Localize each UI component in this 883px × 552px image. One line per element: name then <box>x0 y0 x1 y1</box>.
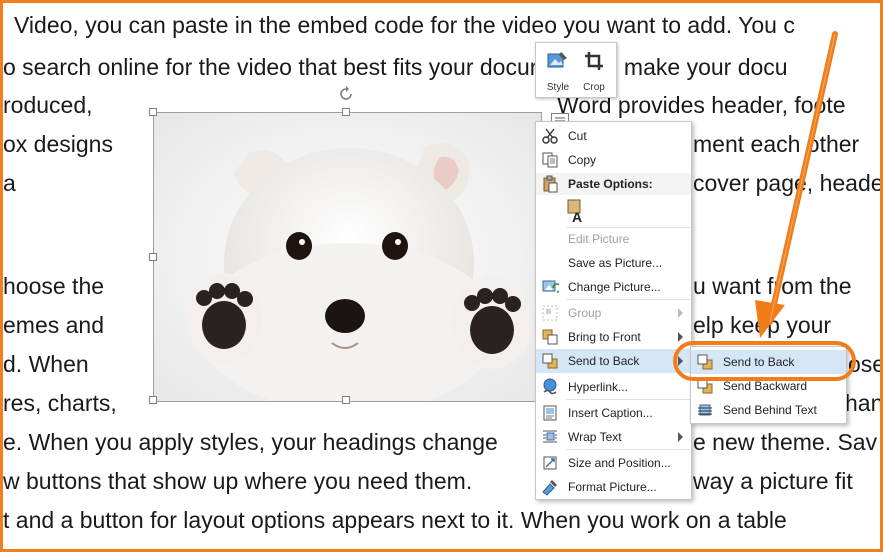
resize-handle-top-left[interactable] <box>149 108 157 116</box>
menu-label-edit-picture: Edit Picture <box>568 232 630 246</box>
doc-line: a <box>3 170 16 196</box>
format-picture-icon <box>542 480 557 496</box>
menu-item-insert-caption[interactable]: Insert Caption... <box>536 401 691 425</box>
menu-label-size-and-position: Size and Position... <box>568 456 671 470</box>
submenu-arrow-icon <box>678 432 683 442</box>
scissors-icon <box>542 128 558 144</box>
menu-item-cut[interactable]: Cut <box>536 124 691 148</box>
menu-item-copy[interactable]: Copy <box>536 148 691 172</box>
selected-picture[interactable] <box>153 112 542 402</box>
menu-item-bring-to-front[interactable]: Bring to Front <box>536 325 691 349</box>
menu-label-group: Group <box>568 306 602 320</box>
menu-label-bring-to-front: Bring to Front <box>568 330 641 344</box>
bring-to-front-icon <box>542 329 558 345</box>
crop-button[interactable]: Crop <box>576 47 612 95</box>
group-icon <box>542 305 558 321</box>
copy-icon <box>542 152 558 168</box>
doc-line: w buttons that show up where you need th… <box>3 468 473 494</box>
resize-handle-top[interactable] <box>342 108 350 116</box>
menu-item-send-to-back[interactable]: Send to Back <box>536 349 691 373</box>
resize-handle-bottom[interactable] <box>342 396 350 404</box>
menu-label-wrap-text: Wrap Text <box>568 430 622 444</box>
menu-item-save-as-picture[interactable]: Save as Picture... <box>536 251 691 275</box>
wrap-text-icon <box>543 430 557 443</box>
doc-line: e new theme. Sav <box>693 429 878 455</box>
doc-line: roduced, <box>3 92 93 118</box>
context-menu: Cut Copy Paste Options: A Edit Picture S… <box>535 121 692 500</box>
hyperlink-icon <box>543 378 557 395</box>
menu-label-change-picture: Change Picture... <box>568 280 661 294</box>
resize-handle-bottom-left[interactable] <box>149 396 157 404</box>
clipboard-icon <box>543 175 558 193</box>
puppy-image <box>154 113 541 401</box>
size-and-position-icon <box>543 456 557 470</box>
change-picture-icon <box>542 280 559 293</box>
doc-line: t and a button for layout options appear… <box>3 507 787 533</box>
submenu-item-send-behind-text[interactable]: Send Behind Text <box>691 398 846 422</box>
menu-label-format-picture: Format Picture... <box>568 480 657 494</box>
doc-line: ox designs <box>3 131 113 157</box>
menu-separator <box>566 399 690 400</box>
menu-label-copy: Copy <box>568 153 597 167</box>
menu-label-cut: Cut <box>568 129 587 143</box>
style-button[interactable]: Style <box>540 47 576 95</box>
doc-line: e. When you apply styles, your headings … <box>3 429 498 455</box>
menu-label-insert-caption: Insert Caption... <box>568 406 653 420</box>
doc-line: elp keep your <box>693 312 832 338</box>
submenu-label-send-behind-text: Send Behind Text <box>723 403 817 417</box>
send-to-back-icon <box>542 353 558 369</box>
send-behind-text-icon <box>698 404 712 416</box>
submenu-arrow-icon <box>678 332 683 342</box>
picture-style-icon <box>547 52 567 68</box>
submenu-arrow-icon <box>678 308 683 318</box>
doc-line: hang <box>845 390 883 416</box>
doc-line: way a picture fit <box>693 468 853 494</box>
doc-line: o search online for the video that best … <box>3 54 788 80</box>
menu-separator <box>566 299 690 300</box>
rotate-handle-icon[interactable] <box>338 86 354 102</box>
insert-caption-icon <box>543 405 557 421</box>
menu-separator <box>566 449 690 450</box>
crop-label: Crop <box>583 82 605 93</box>
resize-handle-left[interactable] <box>149 253 157 261</box>
menu-item-group[interactable]: Group <box>536 301 691 325</box>
annotation-highlight-ring <box>673 341 856 381</box>
doc-line: u want from the <box>693 273 852 299</box>
doc-line: hoose the <box>3 273 105 299</box>
menu-item-change-picture[interactable]: Change Picture... <box>536 275 691 299</box>
menu-item-size-and-position[interactable]: Size and Position... <box>536 451 691 475</box>
picture-mini-toolbar: Style Crop <box>535 42 617 98</box>
paste-options-header: Paste Options: <box>536 173 691 195</box>
doc-line: cover page, heade <box>693 170 883 196</box>
menu-item-edit-picture[interactable]: Edit Picture <box>536 227 691 251</box>
menu-label-save-as-picture: Save as Picture... <box>568 256 663 270</box>
doc-line: Video, you can paste in the embed code f… <box>14 12 795 38</box>
doc-line: emes and <box>3 312 105 338</box>
menu-item-format-picture[interactable]: Format Picture... <box>536 475 691 499</box>
menu-label-send-to-back: Send to Back <box>568 354 640 368</box>
submenu-label-send-backward: Send Backward <box>723 379 808 393</box>
menu-item-hyperlink[interactable]: Hyperlink... <box>536 375 691 399</box>
style-label: Style <box>546 82 570 93</box>
doc-line: res, charts, <box>3 390 117 416</box>
doc-line: ment each other <box>693 131 860 157</box>
doc-line: d. When <box>3 351 89 377</box>
paste-keep-text-only-button[interactable]: A <box>566 198 588 225</box>
crop-icon <box>585 52 603 70</box>
paste-options-label: Paste Options: <box>568 177 653 191</box>
svg-text:A: A <box>572 209 582 224</box>
paste-text-only-icon: A <box>567 199 582 225</box>
menu-label-hyperlink: Hyperlink... <box>568 380 629 394</box>
menu-item-wrap-text[interactable]: Wrap Text <box>536 425 691 449</box>
